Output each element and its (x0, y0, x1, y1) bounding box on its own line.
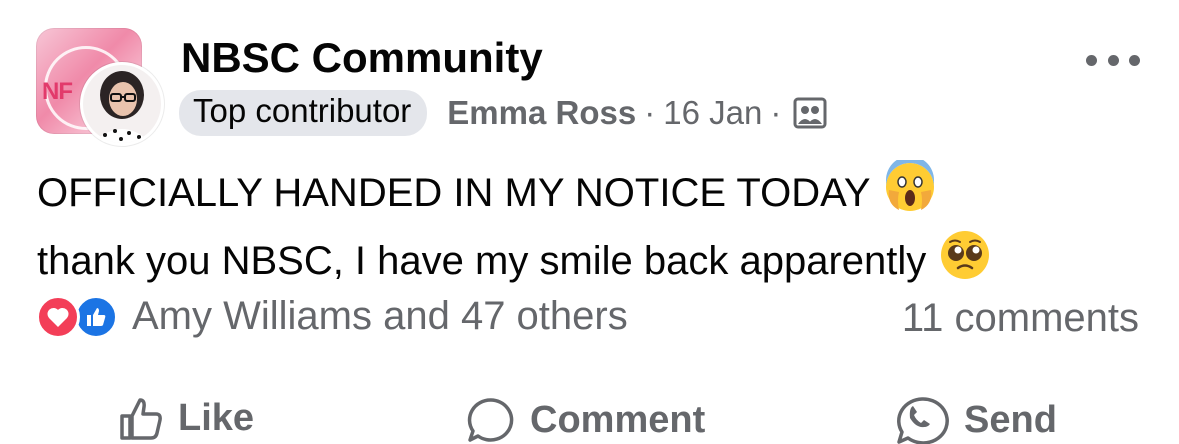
reactions-summary[interactable]: Amy Williams and 47 others (36, 294, 628, 339)
post-date[interactable]: 16 Jan (663, 94, 762, 132)
post-meta: Top contributor Emma Ross · 16 Jan · (179, 89, 827, 137)
author-name[interactable]: Emma Ross (447, 94, 636, 132)
like-reaction-icon (74, 294, 118, 339)
send-label: Send (964, 398, 1057, 441)
love-reaction-icon (36, 294, 80, 339)
more-options-button[interactable] (1086, 48, 1140, 72)
reactors-text[interactable]: Amy Williams and 47 others (132, 294, 628, 339)
comment-label: Comment (530, 398, 706, 441)
thumbs-up-icon (120, 398, 162, 440)
more-dots-icon (1129, 54, 1140, 66)
meta-separator: · (644, 94, 656, 131)
screaming-face-emoji-icon (883, 156, 937, 228)
post-text-line: OFFICIALLY HANDED IN MY NOTICE TODAY (37, 156, 1157, 228)
send-button[interactable]: Send (894, 396, 1057, 444)
comments-count[interactable]: 11 comments (902, 296, 1139, 341)
post-text-1: OFFICIALLY HANDED IN MY NOTICE TODAY (37, 171, 871, 215)
pleading-face-emoji-icon (938, 228, 992, 296)
more-dots-icon (1107, 54, 1119, 66)
post-text-2: thank you NBSC, I have my smile back app… (37, 239, 927, 283)
comment-bubble-icon (467, 398, 514, 442)
comment-button[interactable]: Comment (466, 396, 705, 444)
meta-separator: · (770, 94, 782, 131)
post-body: OFFICIALLY HANDED IN MY NOTICE TODAY tha… (37, 156, 1157, 296)
author-avatar[interactable] (80, 62, 164, 146)
members-audience-icon[interactable] (793, 97, 827, 129)
like-label: Like (178, 396, 255, 439)
top-contributor-badge[interactable]: Top contributor (179, 90, 428, 136)
more-dots-icon (1086, 54, 1097, 66)
messenger-icon (897, 397, 949, 444)
like-button[interactable]: Like (118, 396, 254, 440)
group-logo-text: NF (42, 78, 73, 105)
group-name[interactable]: NBSC Community (181, 34, 543, 82)
post-text-line: thank you NBSC, I have my smile back app… (37, 228, 1157, 296)
